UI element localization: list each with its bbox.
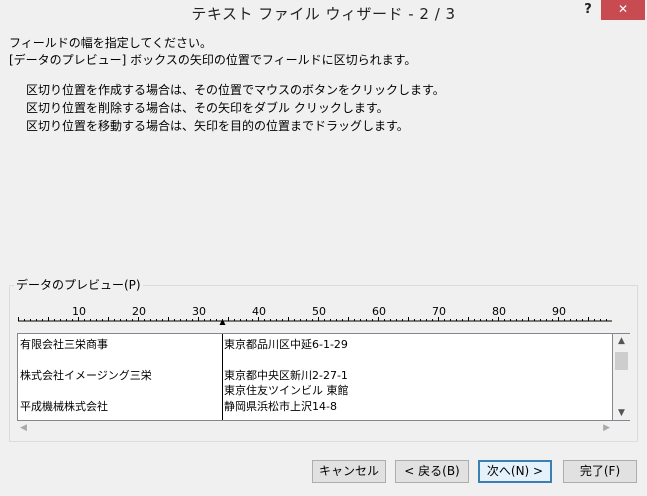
close-button[interactable]: ✕ xyxy=(601,0,645,20)
horizontal-scrollbar[interactable]: ◀ ▶ xyxy=(17,421,613,438)
back-button[interactable]: < 戻る(B) xyxy=(395,460,469,483)
scroll-down-icon[interactable]: ▼ xyxy=(613,408,630,418)
ruler-label: 40 xyxy=(252,305,266,318)
ruler-label: 80 xyxy=(492,305,506,318)
ruler-label: 30 xyxy=(192,305,206,318)
ruler-label: 60 xyxy=(372,305,386,318)
instruction-line-2: [データのプレビュー] ボックスの矢印の位置でフィールドに区切られます。 xyxy=(9,53,417,67)
preview-cell-name: 平成機械株式会社 xyxy=(20,400,108,413)
preview-cell-name: 有限会社三栄商事 xyxy=(20,338,108,351)
ruler-label: 50 xyxy=(312,305,326,318)
scroll-up-icon[interactable]: ▲ xyxy=(613,336,630,346)
ruler-label: 70 xyxy=(432,305,446,318)
instruction-line-1: フィールドの幅を指定してください。 xyxy=(9,36,213,50)
preview-label: データのプレビュー(P) xyxy=(14,278,143,292)
column-ruler[interactable]: 10 20 30 40 50 60 70 80 90 xyxy=(18,303,612,325)
scroll-thumb[interactable] xyxy=(615,352,628,370)
title-bar: テキスト ファイル ウィザード - 2 / 3 ? ✕ xyxy=(0,0,647,26)
cancel-button[interactable]: キャンセル xyxy=(312,460,386,483)
column-break-line[interactable] xyxy=(222,334,223,420)
instruction-line-5: 区切り位置を移動する場合は、矢印を目的の位置までドラッグします。 xyxy=(26,119,409,133)
help-button[interactable]: ? xyxy=(578,2,598,20)
preview-cell-address: 東京住友ツインビル 東館 xyxy=(224,384,349,397)
instruction-line-3: 区切り位置を作成する場合は、その位置でマウスのボタンをクリックします。 xyxy=(26,83,445,97)
next-button[interactable]: 次へ(N) > xyxy=(478,460,552,483)
ruler-label: 10 xyxy=(72,305,86,318)
preview-cell-address: 東京都品川区中延6-1-29 xyxy=(224,338,348,351)
vertical-scrollbar[interactable]: ▲ ▼ xyxy=(613,333,630,421)
window-title: テキスト ファイル ウィザード - 2 / 3 xyxy=(191,5,456,23)
ruler-label: 20 xyxy=(132,305,146,318)
scroll-right-icon[interactable]: ▶ xyxy=(603,423,610,433)
finish-button[interactable]: 完了(F) xyxy=(563,460,637,483)
data-preview[interactable]: 有限会社三栄商事 東京都品川区中延6-1-29 株式会社イメージング三栄 東京都中央区… xyxy=(17,333,613,421)
preview-cell-address: 東京都中央区新川2-27-1 xyxy=(224,369,348,382)
preview-cell-name: 株式会社イメージング三栄 xyxy=(20,369,152,382)
ruler-label: 90 xyxy=(552,305,566,318)
instruction-line-4: 区切り位置を削除する場合は、その矢印をダブル クリックします。 xyxy=(26,101,389,115)
preview-cell-address: 静岡県浜松市上沢14-8 xyxy=(224,400,337,413)
scroll-left-icon[interactable]: ◀ xyxy=(20,423,27,433)
